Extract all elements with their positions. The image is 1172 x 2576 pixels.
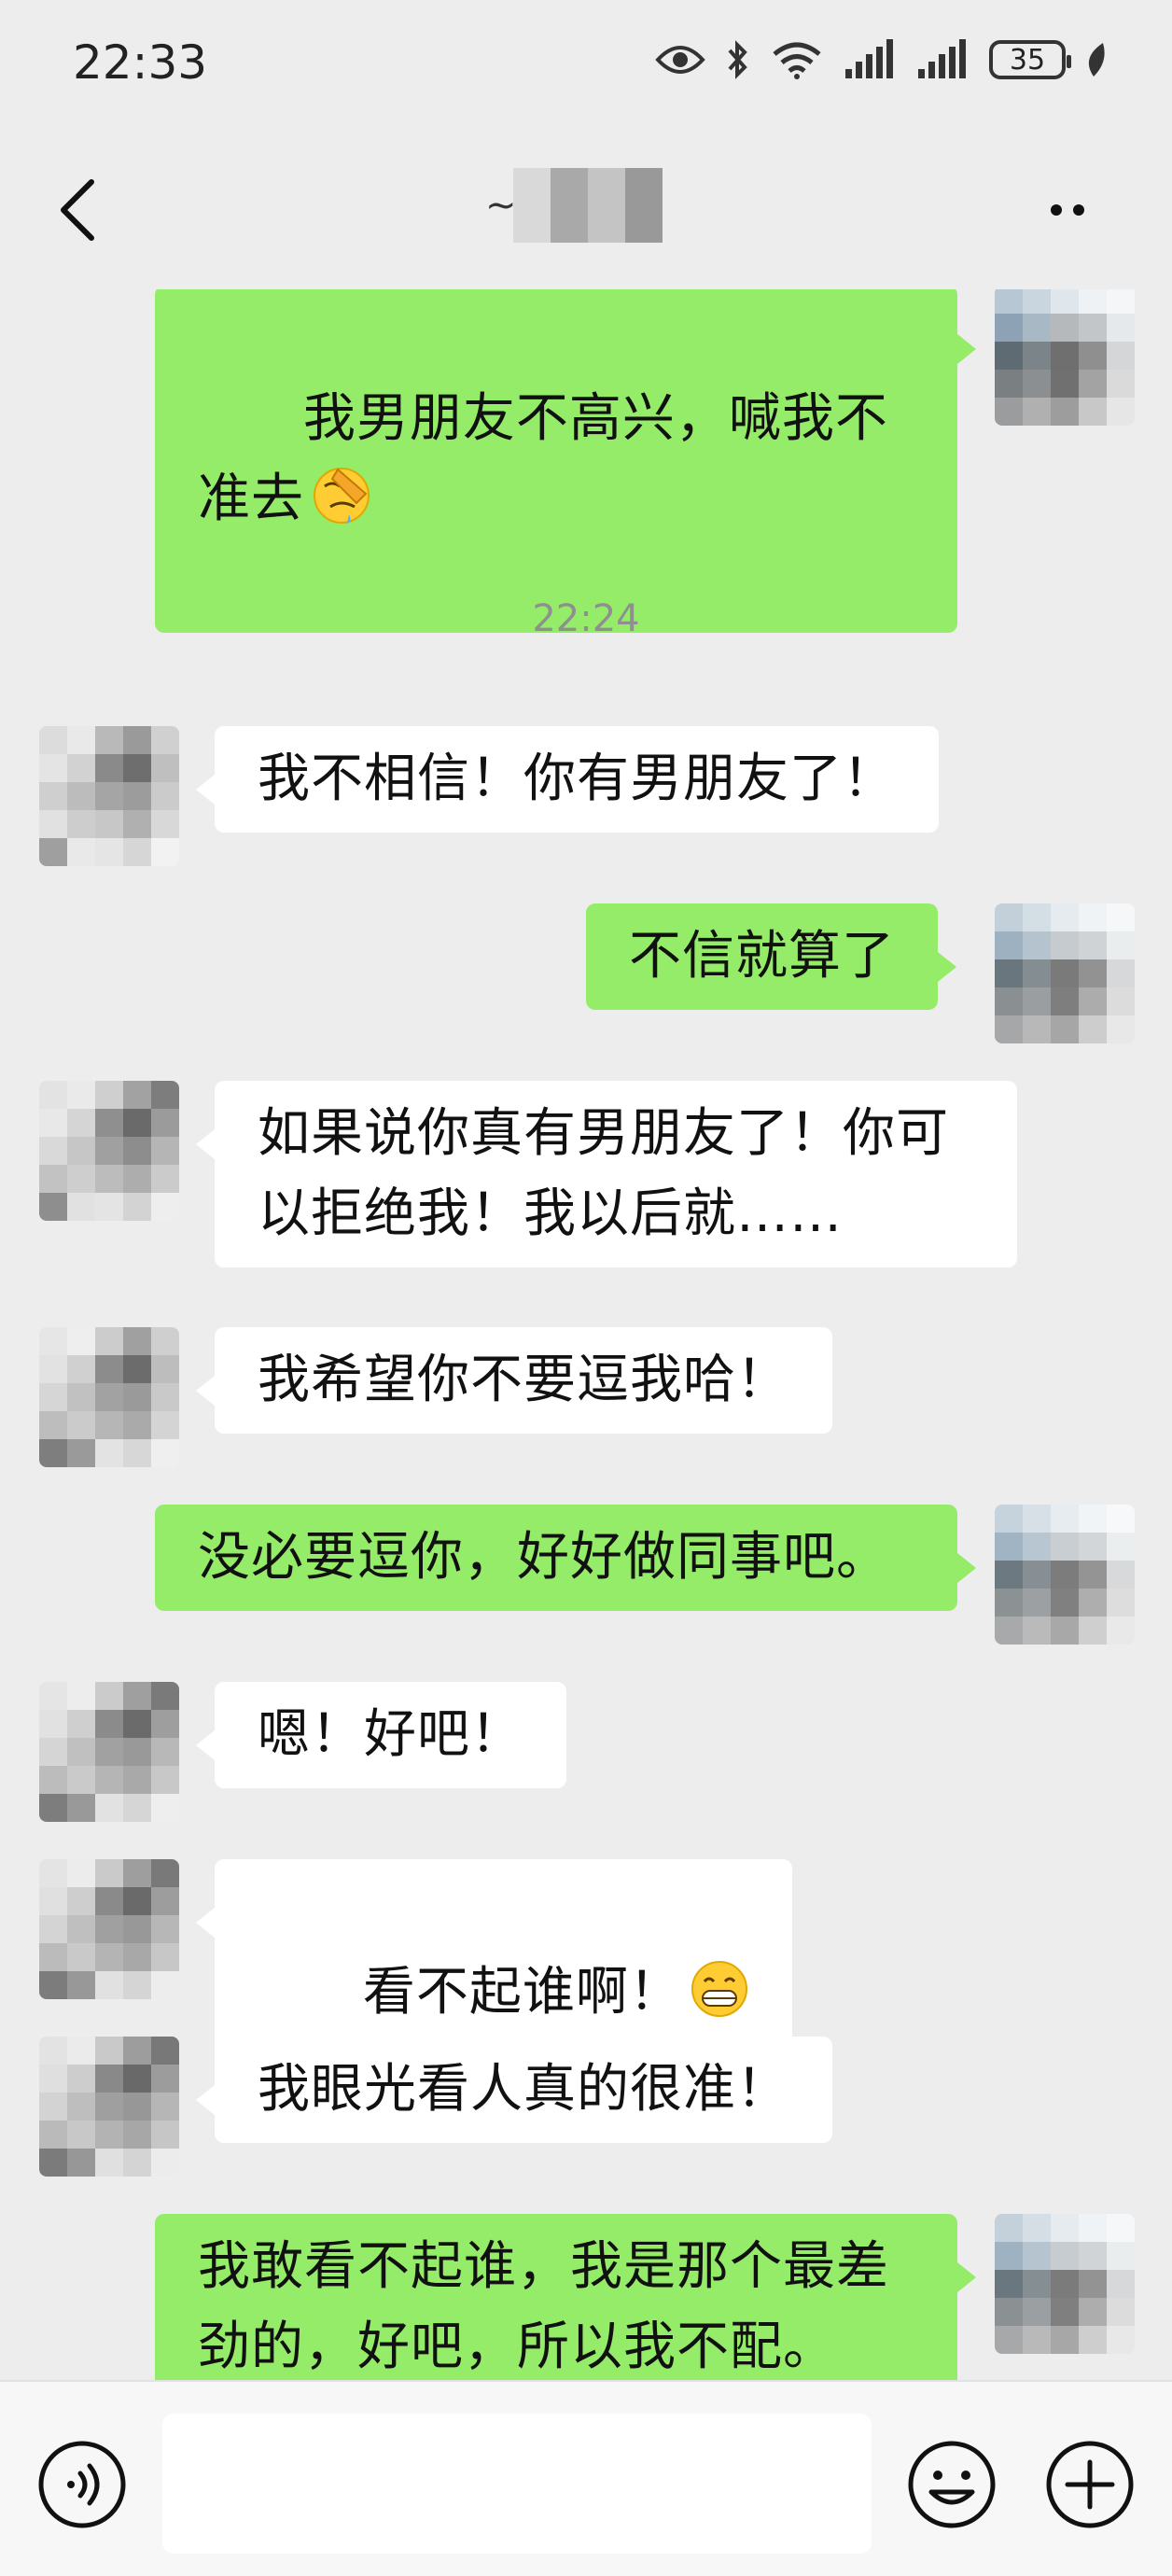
message-bubble-mine[interactable]: 我男朋友不高兴，喊我不准去	[155, 289, 976, 633]
back-icon[interactable]	[47, 173, 112, 247]
contact-avatar[interactable]	[39, 1859, 179, 1999]
contact-avatar[interactable]	[39, 1682, 179, 1822]
status-bar: 22:33 35	[0, 0, 1172, 131]
message-bubble-contact[interactable]: 我不相信！你有男朋友了！	[196, 726, 939, 833]
contact-name: ~	[485, 184, 517, 227]
chat-header: ~	[0, 131, 1172, 289]
signal-icon	[845, 39, 893, 78]
leaf-icon	[1088, 43, 1105, 77]
message-bubble-mine[interactable]: 不信就算了	[586, 903, 956, 1010]
eye-icon	[655, 46, 705, 74]
contact-name-blurred: ~	[485, 168, 672, 243]
battery-level: 35	[1009, 43, 1046, 77]
voice-icon[interactable]	[35, 2438, 129, 2531]
message-input[interactable]	[162, 2414, 872, 2554]
wifi-icon	[773, 42, 821, 79]
message-bubble-mine[interactable]: 没必要逗你，好好做同事吧。	[155, 1505, 976, 1611]
my-avatar[interactable]	[995, 903, 1135, 1043]
message-bubble-contact[interactable]: 我希望你不要逗我哈！	[196, 1327, 832, 1434]
signal-icon	[918, 39, 966, 78]
battery-icon: 35	[989, 40, 1071, 79]
chat-screen: 22:33 35 ~ 我男朋友不高兴，喊我不准去 22:24 我不相信！你有男朋…	[0, 0, 1172, 2576]
plus-icon[interactable]	[1043, 2438, 1137, 2531]
facepalm-emoji-icon	[314, 468, 370, 524]
my-avatar[interactable]	[995, 1505, 1135, 1645]
bluetooth-icon	[728, 40, 747, 79]
message-bubble-contact[interactable]: 如果说你真有男朋友了！你可以拒绝我！我以后就……	[196, 1081, 1017, 1267]
contact-avatar[interactable]	[39, 1327, 179, 1467]
my-avatar[interactable]	[995, 289, 1135, 426]
status-time: 22:33	[73, 35, 208, 90]
contact-avatar[interactable]	[39, 726, 179, 866]
message-bubble-contact[interactable]: 我眼光看人真的很准！	[196, 2037, 832, 2143]
input-bar	[0, 2380, 1172, 2576]
my-avatar[interactable]	[995, 2214, 1135, 2354]
more-icon[interactable]	[1032, 187, 1116, 233]
status-icons: 35	[655, 39, 1107, 80]
contact-avatar[interactable]	[39, 2037, 179, 2177]
contact-avatar[interactable]	[39, 1081, 179, 1221]
timestamp: 22:24	[532, 597, 640, 640]
message-list[interactable]: 我男朋友不高兴，喊我不准去 22:24 我不相信！你有男朋友了！ 不信就算了 如…	[0, 289, 1172, 2380]
message-bubble-contact[interactable]: 嗯！好吧！	[196, 1682, 566, 1788]
message-bubble-mine[interactable]: 我敢看不起谁，我是那个最差劲的，好吧，所以我不配。	[155, 2214, 976, 2380]
emoji-icon[interactable]	[905, 2438, 998, 2531]
grin-emoji-icon	[691, 1961, 747, 2017]
